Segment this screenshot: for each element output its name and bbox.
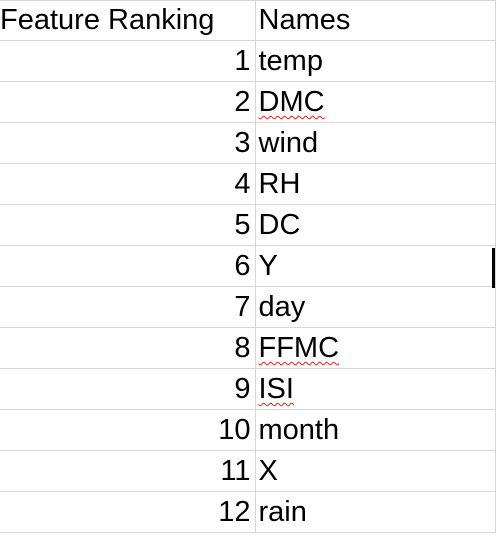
name-text: temp [258,45,323,77]
rank-cell[interactable]: 12 [0,491,256,533]
rank-cell[interactable]: 6 [0,245,256,287]
spreadsheet-view: Feature Ranking Names 1 temp 2 DMC 3 wind 4 RH 5… [0,0,496,539]
name-text: RH [258,168,301,200]
rank-cell[interactable]: 3 [0,122,256,164]
rank-cell[interactable]: 2 [0,81,256,123]
name-text: FFMC [258,332,340,364]
name-cell[interactable]: DC [255,204,496,246]
table-row: 6Y [0,245,496,287]
name-cell[interactable]: DMC [255,81,496,123]
rank-cell[interactable]: 10 [0,409,256,451]
rank-cell[interactable]: 9 [0,368,256,410]
name-cell[interactable]: Y [255,245,496,287]
name-text: rain [258,496,307,528]
rank-cell[interactable]: 1 [0,40,256,82]
header-row: Feature Ranking Names [0,0,496,41]
table-row: 7 day [0,286,496,328]
rank-cell[interactable]: 5 [0,204,256,246]
rank-cell[interactable]: 4 [0,163,256,205]
rank-cell[interactable]: 7 [0,286,256,328]
table-row: 10 month [0,409,496,451]
table-row: 4 RH [0,163,496,205]
name-text: ISI [258,373,294,405]
header-cell-names[interactable]: Names [255,0,496,41]
name-text: X [258,455,278,487]
table-row: 8 FFMC [0,327,496,369]
header-cell-feature-ranking[interactable]: Feature Ranking [0,0,256,41]
name-text: day [258,291,306,323]
cell-cursor-marker [492,248,495,288]
name-text: DMC [258,86,325,118]
table-row: 3 wind [0,122,496,164]
name-text: wind [258,127,319,159]
data-table: Feature Ranking Names 1 temp 2 DMC 3 wind 4 RH 5… [0,0,496,533]
table-row: 11 X [0,450,496,492]
table-row: 2 DMC [0,81,496,123]
name-cell[interactable]: ISI [255,368,496,410]
name-text: month [258,414,340,446]
name-cell[interactable]: RH [255,163,496,205]
name-cell[interactable]: X [255,450,496,492]
name-text: Y [258,250,278,282]
table-row: 5 DC [0,204,496,246]
table-row: 1 temp [0,40,496,82]
name-cell[interactable]: month [255,409,496,451]
name-cell[interactable]: day [255,286,496,328]
table-row: 9 ISI [0,368,496,410]
rank-cell[interactable]: 11 [0,450,256,492]
name-text: DC [258,209,301,241]
name-cell[interactable]: FFMC [255,327,496,369]
name-cell[interactable]: temp [255,40,496,82]
name-cell[interactable]: rain [255,491,496,533]
table-row: 12 rain [0,491,496,533]
rank-cell[interactable]: 8 [0,327,256,369]
name-cell[interactable]: wind [255,122,496,164]
